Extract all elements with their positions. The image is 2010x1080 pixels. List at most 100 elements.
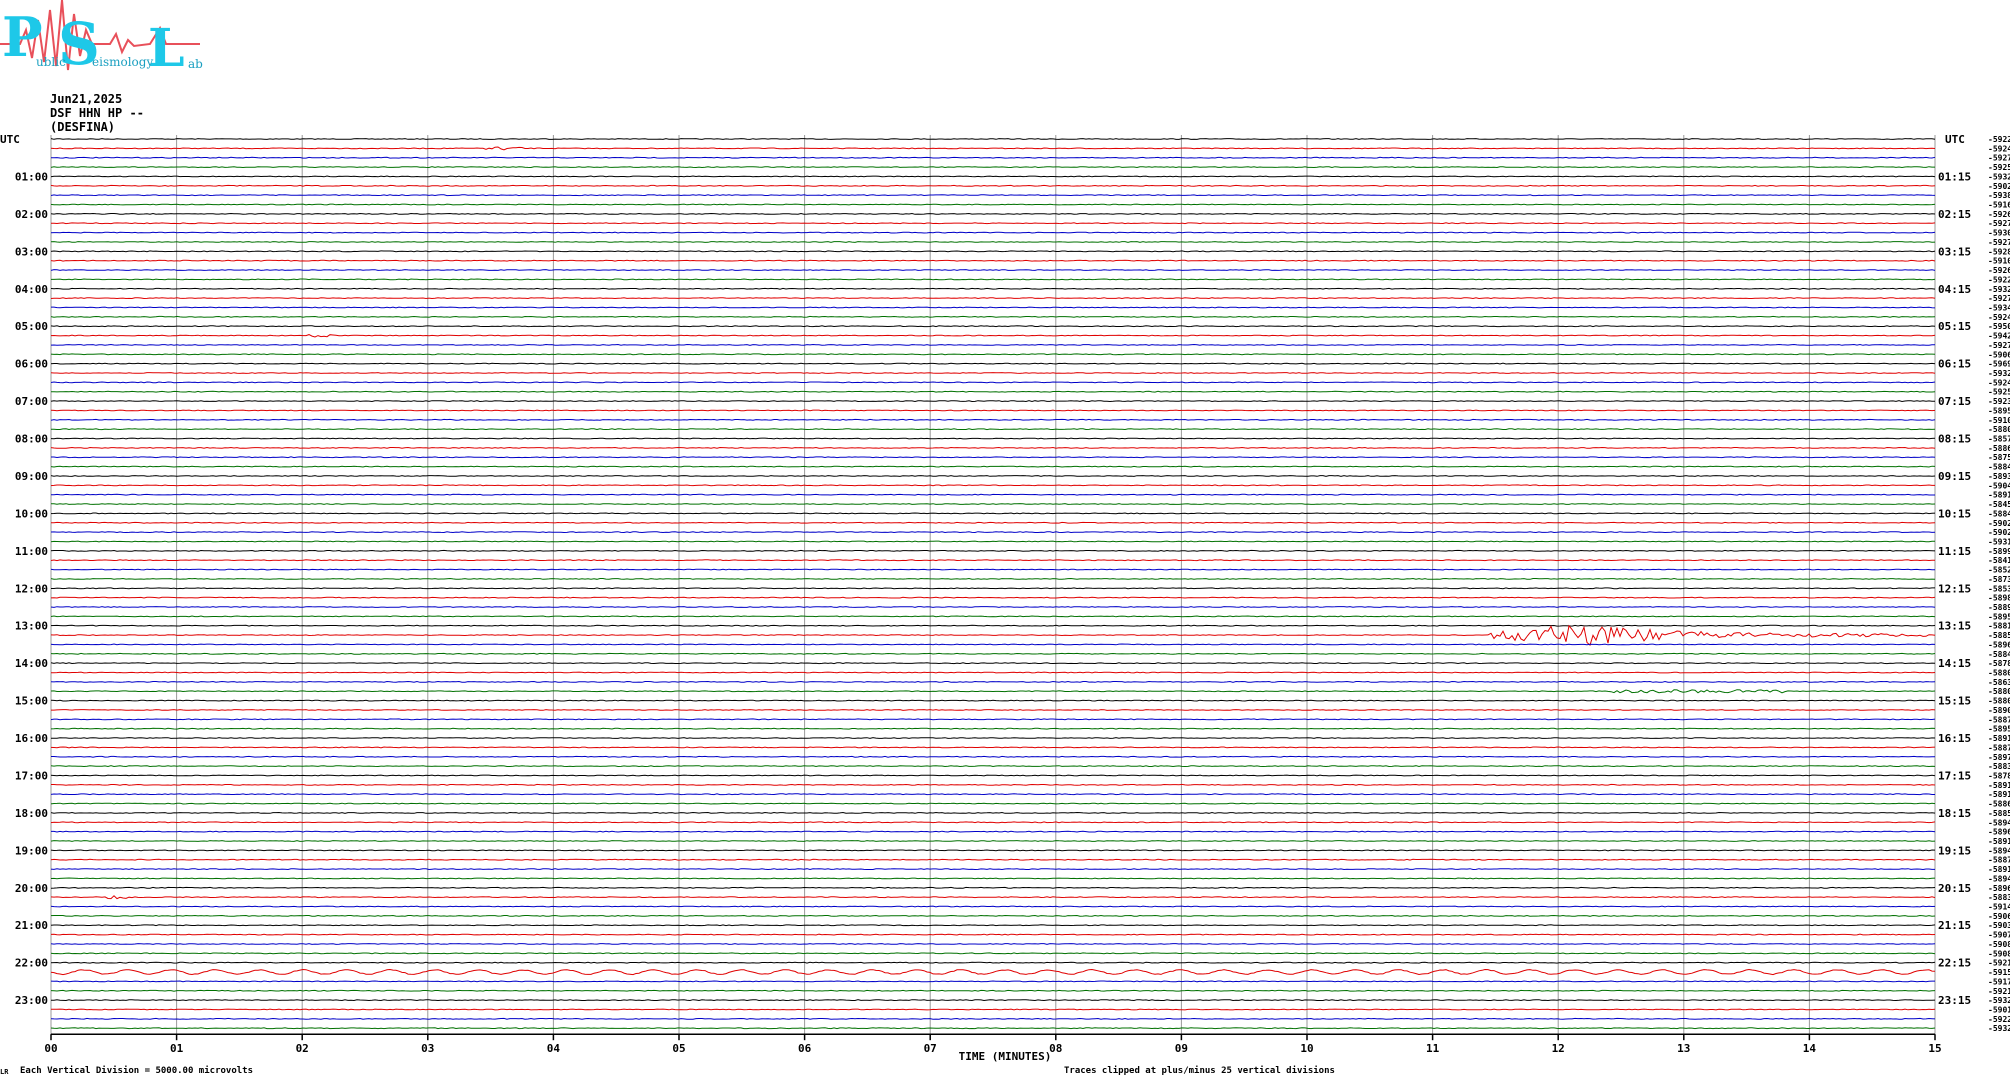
seismic-trace (50, 381, 1936, 384)
hour-label-left: 10:00 (15, 507, 48, 520)
trace-offset-label: -5906 (1988, 912, 2010, 921)
seismic-trace (50, 858, 1936, 861)
seismic-trace (50, 952, 1936, 955)
hour-label-right: 06:15 (1938, 358, 1971, 371)
trace-offset-label: -5907 (1988, 931, 2010, 940)
seismic-trace (50, 980, 1935, 983)
seismic-trace (50, 606, 1936, 608)
trace-offset-label: -5875 (1988, 453, 2010, 462)
trace-offset-label: -5845 (1988, 500, 2010, 509)
trace-offset-label: -5899 (1988, 547, 2010, 556)
hour-label-left: 21:00 (15, 919, 48, 932)
minute-tick-label: 11 (1426, 1042, 1440, 1055)
trace-offset-label: -5884 (1988, 509, 2010, 518)
trace-offset-label: -5880 (1988, 425, 2010, 434)
seismic-trace (50, 446, 1936, 449)
trace-offset-label: -5908 (1988, 949, 2010, 958)
time-axis-title: TIME (MINUTES) (959, 1050, 1052, 1063)
seismic-trace (51, 278, 1936, 281)
minute-tick-label: 15 (1928, 1042, 1941, 1055)
hour-label-right: 20:15 (1938, 882, 1971, 895)
trace-offset-label: -5894 (1988, 874, 2010, 883)
trace-offset-label: -5924 (1988, 144, 2010, 153)
seismic-trace (50, 222, 1936, 225)
hour-label-right: 18:15 (1938, 807, 1971, 820)
clip-note: Traces clipped at plus/minus 25 vertical… (1064, 1066, 1335, 1076)
hour-label-right: 15:15 (1938, 695, 1971, 708)
seismic-trace (50, 484, 1935, 487)
seismic-trace (50, 400, 1936, 403)
trace-offset-label: -5886 (1988, 800, 2010, 809)
seismic-trace (50, 624, 1936, 627)
minute-tick-label: 05 (672, 1042, 685, 1055)
trace-offset-label: -5880 (1988, 687, 2010, 696)
minute-tick-label: 10 (1300, 1042, 1313, 1055)
seismic-trace (50, 662, 1936, 665)
hour-label-right: 13:15 (1938, 620, 1971, 633)
trace-offset-label: -5880 (1988, 697, 2010, 706)
hour-label-left: 01:00 (15, 170, 48, 183)
trace-offset-label: -5926 (1988, 266, 2010, 275)
hour-label-left: 03:00 (15, 245, 48, 258)
trace-offset-label: -5927 (1988, 294, 2010, 303)
seismic-trace (50, 821, 1936, 824)
trace-offset-label: -5891 (1988, 790, 2010, 799)
hour-label-right: 23:15 (1938, 994, 1971, 1007)
trace-offset-label: -5891 (1988, 734, 2010, 743)
seismic-trace (50, 250, 1936, 253)
seismic-trace (50, 315, 1936, 318)
trace-offset-label: -5887 (1988, 743, 2010, 752)
trace-offset-label: -5857 (1988, 435, 2010, 444)
hour-label-left: 02:00 (15, 208, 48, 221)
trace-offset-label: -5910 (1988, 416, 2010, 425)
minute-tick-label: 13 (1677, 1042, 1690, 1055)
trace-offset-label: -5841 (1988, 556, 2010, 565)
trace-offset-label: -5925 (1988, 163, 2010, 172)
seismic-trace (50, 175, 1936, 178)
trace-offset-label: -5927 (1988, 219, 2010, 228)
seismic-trace (51, 587, 1935, 590)
trace-offset-label: -5925 (1988, 388, 2010, 397)
trace-offset-label: -5881 (1988, 622, 2010, 631)
hour-label-left: 13:00 (15, 620, 48, 633)
hour-label-right: 16:15 (1938, 732, 1971, 745)
seismic-trace (50, 840, 1936, 842)
seismic-trace (50, 231, 1936, 234)
trace-offset-label: -5880 (1988, 669, 2010, 678)
seismic-trace (50, 1017, 1936, 1020)
helicorder-plot: -5922-5924-5927-5925-5932-5902-5938-5916… (0, 133, 2010, 1063)
minute-tick-label: 03 (421, 1042, 434, 1055)
trace-offset-label: -5902 (1988, 528, 2010, 537)
left-utc-title: UTC (0, 133, 20, 146)
seismic-trace (50, 989, 1936, 992)
trace-offset-label: -5904 (1988, 481, 2010, 490)
seismic-trace (50, 811, 1936, 814)
seismic-trace (50, 774, 1936, 777)
hour-label-right: 19:15 (1938, 844, 1971, 857)
seismic-trace (50, 680, 1936, 683)
trace-offset-label: -5883 (1988, 893, 2010, 902)
seismic-trace (50, 877, 1936, 880)
trace-offset-label: -5891 (1988, 491, 2010, 500)
trace-offset-label: -5932 (1988, 369, 2010, 378)
hour-label-left: 12:00 (15, 582, 48, 595)
trace-offset-label: -5886 (1988, 444, 2010, 453)
seismic-trace (50, 943, 1936, 945)
trace-offset-label: -5924 (1988, 313, 2010, 322)
hour-label-right: 03:15 (1938, 245, 1971, 258)
hour-label-right: 22:15 (1938, 957, 1971, 970)
trace-offset-label: -5916 (1988, 201, 2010, 210)
trace-offset-label: -5887 (1988, 715, 2010, 724)
seismic-trace (50, 512, 1936, 515)
seismic-trace (50, 559, 1935, 562)
trace-offset-label: -5926 (1988, 210, 2010, 219)
trace-offset-label: -5873 (1988, 575, 2010, 584)
seismic-trace (50, 334, 1936, 338)
minute-tick-label: 01 (170, 1042, 184, 1055)
trace-offset-label: -5853 (1988, 584, 2010, 593)
seismic-trace (50, 577, 1936, 580)
trace-offset-label: -5921 (1988, 959, 2010, 968)
trace-offset-label: -5927 (1988, 154, 2010, 163)
seismic-trace (50, 671, 1936, 674)
seismic-trace (50, 1008, 1936, 1011)
